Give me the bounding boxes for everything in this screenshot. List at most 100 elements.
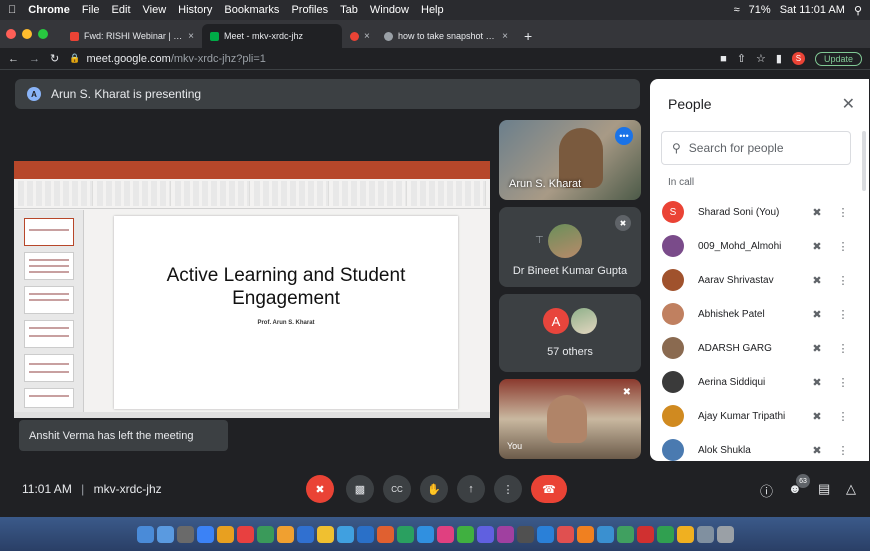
dock-app-icon[interactable] [316, 525, 334, 543]
dock-app-icon[interactable] [596, 525, 614, 543]
dock-app-icon[interactable] [696, 525, 714, 543]
dock-app-icon[interactable] [676, 525, 694, 543]
dock-app-icon[interactable] [396, 525, 414, 543]
raise-hand-button[interactable]: ✋ [420, 475, 448, 503]
search-input[interactable]: ⚲ Search for people [661, 131, 851, 165]
dock-app-icon[interactable] [576, 525, 594, 543]
dock-app-icon[interactable] [636, 525, 654, 543]
menu-item-history[interactable]: History [178, 4, 212, 16]
present-button[interactable]: ↑ [457, 475, 485, 503]
battery-label[interactable]: 71% [749, 4, 771, 16]
mic-toggle-button[interactable]: ✖ [306, 475, 334, 503]
dock-app-icon[interactable] [356, 525, 374, 543]
pin-icon[interactable]: ⊤ [535, 235, 544, 246]
dock-app-icon[interactable] [216, 525, 234, 543]
more-vert-icon[interactable]: ⋮ [834, 444, 852, 457]
bookmark-star-icon[interactable]: ☆ [756, 52, 766, 65]
dock-app-icon[interactable] [716, 525, 734, 543]
dock-app-icon[interactable] [656, 525, 674, 543]
more-vert-icon[interactable]: ⋮ [834, 274, 852, 287]
menu-item-view[interactable]: View [143, 4, 167, 16]
self-view-tile[interactable]: ✖ You [499, 379, 641, 459]
dock-app-icon[interactable] [276, 525, 294, 543]
participant-row[interactable]: Aerina Siddiqui ✖ ⋮ [662, 365, 852, 399]
more-vert-icon[interactable]: ⋮ [834, 308, 852, 321]
dock-app-icon[interactable] [336, 525, 354, 543]
dock-app-icon[interactable] [376, 525, 394, 543]
leave-call-button[interactable]: ☎ [531, 475, 567, 503]
camera-icon[interactable]: ■ [720, 53, 727, 65]
dock-app-icon[interactable] [436, 525, 454, 543]
back-icon[interactable]: ← [8, 53, 19, 65]
menu-item-window[interactable]: Window [370, 4, 409, 16]
wifi-icon[interactable]: ≈ [734, 4, 740, 16]
menu-item-help[interactable]: Help [421, 4, 444, 16]
dock-app-icon[interactable] [496, 525, 514, 543]
url-field[interactable]: 🔒 meet.google.com/mkv-xrdc-jhz?pli=1 [69, 53, 710, 65]
menu-item-file[interactable]: File [82, 4, 100, 16]
dock-app-icon[interactable] [456, 525, 474, 543]
more-vert-icon[interactable]: ⋮ [834, 410, 852, 423]
captions-button[interactable]: CC [383, 475, 411, 503]
people-icon[interactable]: ☻ [788, 481, 802, 496]
close-tab-icon[interactable]: × [188, 31, 194, 42]
spotlight-icon[interactable]: ⚲ [854, 4, 862, 17]
reload-icon[interactable]: ↻ [50, 52, 59, 65]
share-icon[interactable]: ⇧ [737, 52, 746, 65]
dock-app-icon[interactable] [156, 525, 174, 543]
participant-tile-presenter[interactable]: ••• Arun S. Kharat [499, 120, 641, 200]
menu-item-tab[interactable]: Tab [340, 4, 358, 16]
dock-app-icon[interactable] [296, 525, 314, 543]
dock-app-icon[interactable] [556, 525, 574, 543]
participant-row[interactable]: Alok Shukla ✖ ⋮ [662, 433, 852, 461]
tab-gmail[interactable]: Fwd: RISHI Webinar | 05.Nov.2 × [62, 24, 202, 48]
new-tab-button[interactable]: + [516, 24, 540, 48]
close-window-icon[interactable] [6, 29, 16, 39]
dock-app-icon[interactable] [536, 525, 554, 543]
dock-app-icon[interactable] [476, 525, 494, 543]
close-tab-icon[interactable]: × [502, 31, 508, 42]
participant-tile[interactable]: ✖ ⊤ Dr Bineet Kumar Gupta [499, 207, 641, 287]
tab-recording[interactable]: × [342, 24, 376, 48]
apple-menu-icon[interactable]:  [8, 4, 16, 16]
camera-toggle-button[interactable]: ▩ [346, 475, 374, 503]
participant-row[interactable]: S Sharad Soni (You) ✖ ⋮ [662, 195, 852, 229]
close-tab-icon[interactable]: × [364, 31, 370, 42]
sidebar-icon[interactable]: ▮ [776, 52, 782, 65]
zoom-window-icon[interactable] [38, 29, 48, 39]
forward-icon[interactable]: → [29, 53, 40, 65]
scrollbar[interactable] [862, 131, 866, 191]
activities-icon[interactable]: △ [846, 481, 856, 497]
more-vert-icon[interactable]: ⋮ [834, 240, 852, 253]
participant-row[interactable]: 009_Mohd_Almohi ✖ ⋮ [662, 229, 852, 263]
close-icon[interactable]: ✕ [842, 94, 855, 114]
dock-app-icon[interactable] [136, 525, 154, 543]
dock-app-icon[interactable] [616, 525, 634, 543]
minimize-window-icon[interactable] [22, 29, 32, 39]
tab-meet[interactable]: Meet - mkv-xrdc-jhz [202, 24, 342, 48]
more-vert-icon[interactable]: ⋮ [834, 376, 852, 389]
dock-app-icon[interactable] [416, 525, 434, 543]
participant-row[interactable]: Abhishek Patel ✖ ⋮ [662, 297, 852, 331]
menu-item-edit[interactable]: Edit [112, 4, 131, 16]
meeting-info-icon[interactable]: ⓘ [760, 481, 773, 500]
profile-avatar[interactable]: S [791, 52, 805, 65]
update-button[interactable]: Update [814, 51, 862, 66]
participant-row[interactable]: ADARSH GARG ✖ ⋮ [662, 331, 852, 365]
more-vert-icon[interactable]: ⋮ [834, 206, 852, 219]
participant-row[interactable]: Aarav Shrivastav ✖ ⋮ [662, 263, 852, 297]
dock-app-icon[interactable] [196, 525, 214, 543]
more-vert-icon[interactable]: ⋮ [834, 342, 852, 355]
chat-icon[interactable]: ▤ [818, 481, 830, 497]
clock-label[interactable]: Sat 11:01 AM [780, 4, 845, 16]
dock-app-icon[interactable] [256, 525, 274, 543]
dock-app-icon[interactable] [236, 525, 254, 543]
menu-item-bookmarks[interactable]: Bookmarks [224, 4, 279, 16]
others-tile[interactable]: A 57 others [499, 294, 641, 372]
dock-app-icon[interactable] [176, 525, 194, 543]
participant-row[interactable]: Ajay Kumar Tripathi ✖ ⋮ [662, 399, 852, 433]
more-options-button[interactable]: ⋮ [494, 475, 522, 503]
tab-search[interactable]: how to take snapshot on mac × [376, 24, 516, 48]
menu-item-app[interactable]: Chrome [28, 4, 70, 16]
more-options-icon[interactable]: ••• [615, 127, 633, 145]
